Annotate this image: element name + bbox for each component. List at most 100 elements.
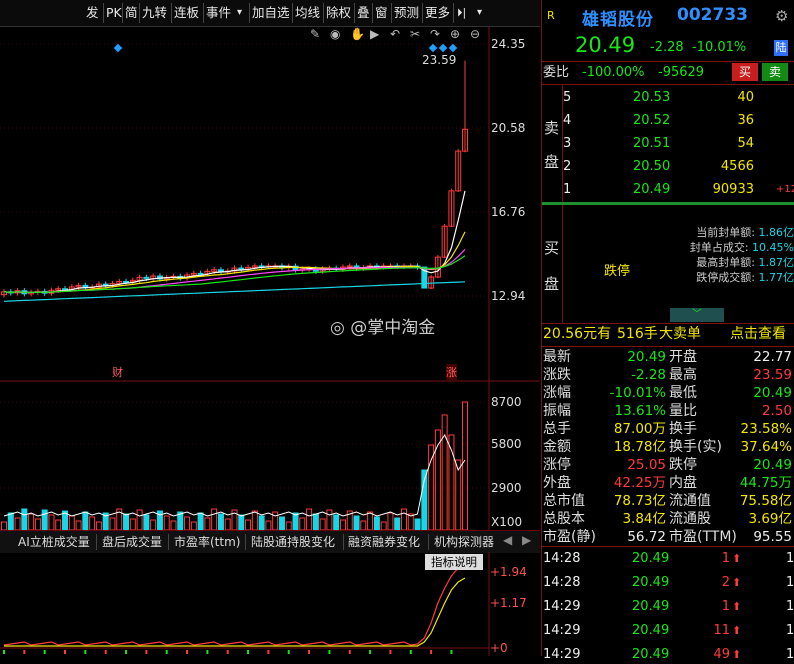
tab-margin[interactable]: 融资融券变化 <box>348 533 420 551</box>
stat-label: 总市值 <box>543 493 585 510</box>
toolbar-events[interactable]: 事件 <box>206 4 231 22</box>
zoom-in-icon[interactable]: ⊕ <box>450 27 460 41</box>
stat-value: 95.55 <box>732 529 792 546</box>
volume-bar <box>246 520 251 530</box>
gear-icon[interactable]: ⚙ <box>775 7 788 25</box>
hand-icon[interactable]: ✋ <box>350 27 365 41</box>
toolbar-add-watchlist[interactable]: 加自选 <box>252 4 290 22</box>
toolbar-more[interactable]: 更多 <box>425 4 450 22</box>
scissors-icon[interactable]: ✂ <box>410 27 420 41</box>
volume-bar <box>252 511 257 530</box>
ind-label-1: +1.94 <box>490 565 527 579</box>
stat-value: 3.84亿 <box>600 511 666 528</box>
sell-level-row[interactable]: 520.5340 <box>542 89 794 106</box>
tab-institution[interactable]: 机构探测器 <box>434 533 494 551</box>
toolbar-ma[interactable]: 均线 <box>295 4 320 22</box>
buy-button[interactable]: 买 <box>732 63 758 81</box>
volume-bar <box>320 519 325 530</box>
volume-label-3: 2900 <box>491 481 522 495</box>
price-label-3: 16.76 <box>491 205 525 219</box>
indicator-explain-button[interactable]: 指标说明 <box>425 554 483 570</box>
stat-label: 金额 <box>543 439 571 456</box>
sell-level-row[interactable]: 420.5236 <box>542 112 794 129</box>
skip-forward-icon[interactable]: ⏵| <box>457 4 466 22</box>
big-order-link[interactable]: 点击查看 <box>730 326 786 343</box>
toolbar-jian[interactable]: 简 <box>125 4 138 22</box>
toolbar-window[interactable]: 窗 <box>375 4 388 22</box>
volume-bar <box>334 515 339 530</box>
pen-icon[interactable]: ✎ <box>310 27 320 41</box>
level-price: 20.50 <box>633 158 670 175</box>
indicator-bar <box>349 650 351 654</box>
chevron-down-icon[interactable]: ﹀ <box>670 308 724 322</box>
limit-marker[interactable]: 涨 <box>446 364 457 380</box>
toolbar-pk[interactable]: PK <box>106 4 122 22</box>
stock-code: 002733 <box>677 5 748 25</box>
toolbar-exright[interactable]: 除权 <box>326 4 351 22</box>
stats-row: 涨跌-2.28最高23.59 <box>542 367 794 385</box>
indicator-bar <box>328 650 330 654</box>
sell-level-row[interactable]: 120.4990933+12 <box>542 181 794 198</box>
tab-hk-connect[interactable]: 陆股通持股变化 <box>251 533 335 551</box>
eye-icon[interactable]: ◉ <box>330 27 340 41</box>
tab-ai-volume[interactable]: AI立桩成交量 <box>18 533 90 551</box>
candle-body <box>103 284 108 285</box>
chevron-down-icon[interactable]: ▾ <box>477 4 482 22</box>
indicator-bar <box>389 650 391 654</box>
tick-count: 1 <box>786 550 794 567</box>
stat-label: 最高 <box>669 367 697 384</box>
level-number: 4 <box>563 112 571 129</box>
up-arrow-icon: ⬆ <box>732 622 741 639</box>
volume-bar <box>171 521 176 530</box>
level-volume: 40 <box>692 89 754 106</box>
indicator-bar <box>64 650 66 654</box>
candle-body <box>63 289 68 290</box>
tick-count: 1 <box>786 646 794 663</box>
level-volume: 54 <box>692 135 754 152</box>
indicator-chart[interactable]: 指标说明 +1.94 +1.17 +0 <box>0 552 540 656</box>
undo-icon[interactable]: ↶ <box>390 27 400 41</box>
volume-label-2: 5800 <box>491 437 522 451</box>
stats-row: 总市值78.73亿流通值75.58亿 <box>542 493 794 511</box>
indicator-bar <box>166 650 168 654</box>
toolbar-forecast[interactable]: 预测 <box>394 4 419 22</box>
seal-info-value: 1.86亿 <box>759 226 794 239</box>
level-price: 20.51 <box>633 135 670 152</box>
seal-info-label: 跌停成交额: <box>696 271 755 284</box>
tab-pe-ttm[interactable]: 市盈率(ttm) <box>174 533 240 551</box>
volume-bar <box>395 518 400 530</box>
level-number: 2 <box>563 158 571 175</box>
redo-icon[interactable]: ↷ <box>430 27 440 41</box>
triangle-right-icon[interactable]: ▶ <box>522 533 531 547</box>
stats-row: 涨停25.05跌停20.49 <box>542 457 794 475</box>
sell-button[interactable]: 卖 <box>762 63 788 81</box>
sell-level-row[interactable]: 2 20.50 4566 <box>542 158 794 175</box>
seal-info-value: 10.45% <box>752 241 794 254</box>
volume-bar <box>361 521 366 530</box>
toolbar-jiuzhuan[interactable]: 九转 <box>142 4 167 22</box>
chevron-down-icon[interactable]: ▾ <box>237 4 242 22</box>
level-price: 20.52 <box>633 112 670 129</box>
toolbar-lianban[interactable]: 连板 <box>174 4 199 22</box>
financial-marker[interactable]: 财 <box>112 364 123 380</box>
play-icon[interactable]: ▶ <box>370 27 379 41</box>
volume-bar <box>300 518 305 530</box>
volume-bar <box>198 513 203 530</box>
tick-price: 20.49 <box>632 622 669 639</box>
triangle-left-icon[interactable]: ◀ <box>503 533 512 547</box>
stats-row: 振幅13.61%量比2.50 <box>542 403 794 421</box>
zoom-out-icon[interactable]: ⊖ <box>470 27 480 41</box>
level-volume: 4566 <box>692 158 754 175</box>
stat-label: 内盘 <box>669 475 697 492</box>
toolbar-overlay[interactable]: 叠 <box>357 4 370 22</box>
volume-bar <box>463 402 468 530</box>
up-arrow-icon: ⬆ <box>732 550 741 567</box>
seal-info: 当前封单额: 1.86亿 封单占成交: 10.45% 最高封单额: 1.87亿 … <box>670 225 794 285</box>
volume-chart[interactable]: 8700 5800 2900 X100 <box>0 382 540 530</box>
tab-after-volume[interactable]: 盘后成交量 <box>102 533 162 551</box>
sell-level-row[interactable]: 320.5154 <box>542 135 794 152</box>
tick-row: 14:2920.4949⬆1 <box>542 646 794 664</box>
kline-chart[interactable]: ✎ ◉ ✋ ▶ ↶ ✂ ↷ ⊕ ⊖ 24.35 20.58 16.76 12.9… <box>0 27 540 382</box>
volume-bar <box>442 415 447 530</box>
toolbar-fa[interactable]: 发 <box>86 4 99 22</box>
